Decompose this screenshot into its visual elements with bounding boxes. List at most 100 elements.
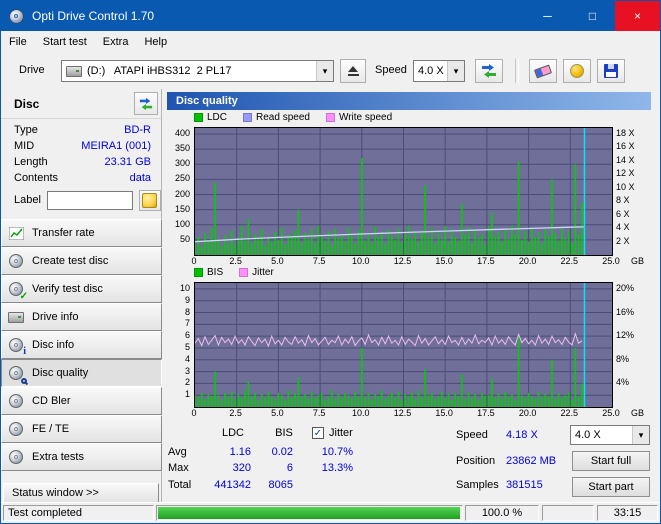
total-row-label: Total (168, 479, 192, 491)
maximize-icon: □ (588, 9, 597, 23)
axis-label: 4 X (616, 222, 630, 233)
axis-label: 10.0 (352, 256, 370, 266)
ldc-column-header: LDC (221, 427, 244, 439)
sidebar-item-fe-te[interactable]: FE / TE (1, 415, 162, 443)
toolbar: Drive (D:) ATAPI iHBS312 2 PL17 ▾ Speed … (1, 53, 660, 90)
axis-label: 10 X (616, 181, 635, 192)
chevron-down-icon: ▾ (447, 61, 464, 81)
legend-item-read-speed: Read speed (243, 112, 310, 123)
full-erase-button[interactable] (563, 59, 591, 83)
start-part-button[interactable]: Start part (572, 477, 650, 497)
sidebar-item-drive-info[interactable]: Drive info (1, 303, 162, 331)
samples-stat-value: 381515 (506, 479, 543, 491)
elapsed-time-cell: 33:15 (597, 505, 658, 521)
sidebar-item-label: Verify test disc (32, 283, 103, 295)
disc-info-icon: i (8, 337, 26, 357)
verify-test-disc-icon: ✓ (8, 281, 28, 302)
sidebar-item-extra-tests[interactable]: Extra tests (1, 443, 162, 471)
speed-select[interactable]: 4.0 X ▾ (413, 60, 465, 82)
sidebar-item-disc-quality[interactable]: Disc quality (1, 359, 162, 387)
refresh-speeds-button[interactable] (475, 59, 503, 83)
total-bis-value: 8065 (268, 479, 293, 491)
sidebar-item-label: Extra tests (32, 451, 84, 463)
info-row-contents: Contents data (1, 170, 161, 186)
sidebar-item-disc-info[interactable]: i Disc info (1, 331, 162, 359)
sidebar-item-transfer-rate[interactable]: Transfer rate (1, 219, 162, 247)
avg-jitter-value: 10.7% (321, 446, 353, 458)
legend-item-bis: BIS (194, 267, 223, 278)
scan-speed-value: 4.0 X (575, 429, 601, 441)
speed-stat-value: 4.18 X (506, 429, 538, 441)
start-full-button[interactable]: Start full (572, 451, 650, 471)
save-icon (604, 64, 618, 78)
drive-label: Drive (19, 64, 45, 76)
axis-label: 16 X (616, 141, 635, 152)
status-spacer-cell (542, 505, 594, 521)
menu-help[interactable]: Help (136, 31, 175, 53)
axis-label: 4 (184, 353, 190, 364)
axis-label: 4% (616, 377, 630, 388)
legend-item-ldc: LDC (194, 112, 227, 123)
sidebar-item-cd-bler[interactable]: CD Bler (1, 387, 162, 415)
legend-item-write-speed: Write speed (325, 112, 392, 123)
refresh-disc-button[interactable] (134, 92, 158, 115)
speed-select-value: 4.0 X (418, 65, 444, 77)
disc-quality-icon (8, 365, 27, 384)
drive-select[interactable]: (D:) ATAPI iHBS312 2 PL17 ▾ (61, 60, 334, 82)
label-row: Label (1, 189, 161, 211)
chart2-legend: BIS Jitter (194, 267, 274, 278)
elapsed-time: 33:15 (613, 507, 642, 519)
label-input[interactable] (46, 190, 133, 210)
save-button[interactable] (597, 59, 625, 83)
progress-bar (156, 505, 463, 521)
create-test-disc-icon (8, 253, 24, 269)
disc-quality-panel: Disc quality LDC Read speed Write speed BI… (162, 89, 660, 505)
scan-speed-select[interactable]: 4.0 X ▾ (570, 425, 650, 445)
progress-percent: 100.0 % (481, 507, 523, 519)
axis-label: 8 X (616, 195, 630, 206)
status-window-button[interactable]: Status window >> (3, 483, 159, 503)
erase-disc-button[interactable] (529, 59, 557, 83)
close-button[interactable]: × (615, 1, 660, 31)
contents-label: Contents (14, 172, 59, 184)
axis-label: 15.0 (435, 256, 453, 266)
title-bar[interactable]: Opti Drive Control 1.70 ─ □ × (1, 1, 660, 31)
write-label-button[interactable] (138, 189, 161, 211)
axis-label: 2.5 (229, 256, 242, 266)
axis-label: 7.5 (312, 256, 326, 266)
eraser-icon (533, 64, 553, 78)
axis-label: 12.5 (393, 256, 412, 266)
axis-label: 6 X (616, 208, 630, 219)
menu-file[interactable]: File (1, 31, 35, 53)
sidebar-item-label: Drive info (32, 311, 79, 323)
status-bar: Test completed 100.0 % 33:15 (1, 502, 660, 523)
menu-start-test[interactable]: Start test (35, 31, 95, 53)
axis-label: 200 (174, 188, 190, 199)
mid-value: MEIRA1 (001) (81, 140, 151, 152)
axis-label: 150 (174, 203, 190, 214)
progress-percent-cell: 100.0 % (465, 505, 539, 521)
axis-label: 18 X (616, 128, 635, 139)
axis-label: 20% (616, 282, 635, 293)
sidebar-item-create-test-disc[interactable]: Create test disc (1, 247, 162, 275)
eject-button[interactable] (340, 59, 366, 83)
jitter-checkbox[interactable]: ✓ (312, 427, 324, 439)
axis-label: 5.0 (271, 408, 284, 418)
axis-label: 10.0 (352, 408, 370, 418)
jitter-checkbox-label: Jitter (329, 427, 353, 439)
write-label-icon (142, 192, 158, 208)
sidebar-item-label: Disc info (32, 339, 75, 351)
max-row-label: Max (168, 462, 189, 474)
maximize-button[interactable]: □ (570, 1, 615, 31)
sidebar-item-label: Disc quality (32, 367, 89, 379)
bis-jitter-chart (194, 282, 613, 408)
axis-label: 20.0 (518, 408, 537, 418)
minimize-button[interactable]: ─ (525, 1, 570, 31)
check-icon: ✓ (313, 427, 323, 439)
axis-label: 16% (616, 306, 635, 317)
axis-label: 0 (191, 256, 197, 266)
chevron-down-icon: ▾ (316, 61, 333, 81)
axis-label: 0 (191, 408, 197, 418)
sidebar-item-verify-test-disc[interactable]: ✓ Verify test disc (1, 275, 162, 303)
menu-extra[interactable]: Extra (95, 31, 137, 53)
